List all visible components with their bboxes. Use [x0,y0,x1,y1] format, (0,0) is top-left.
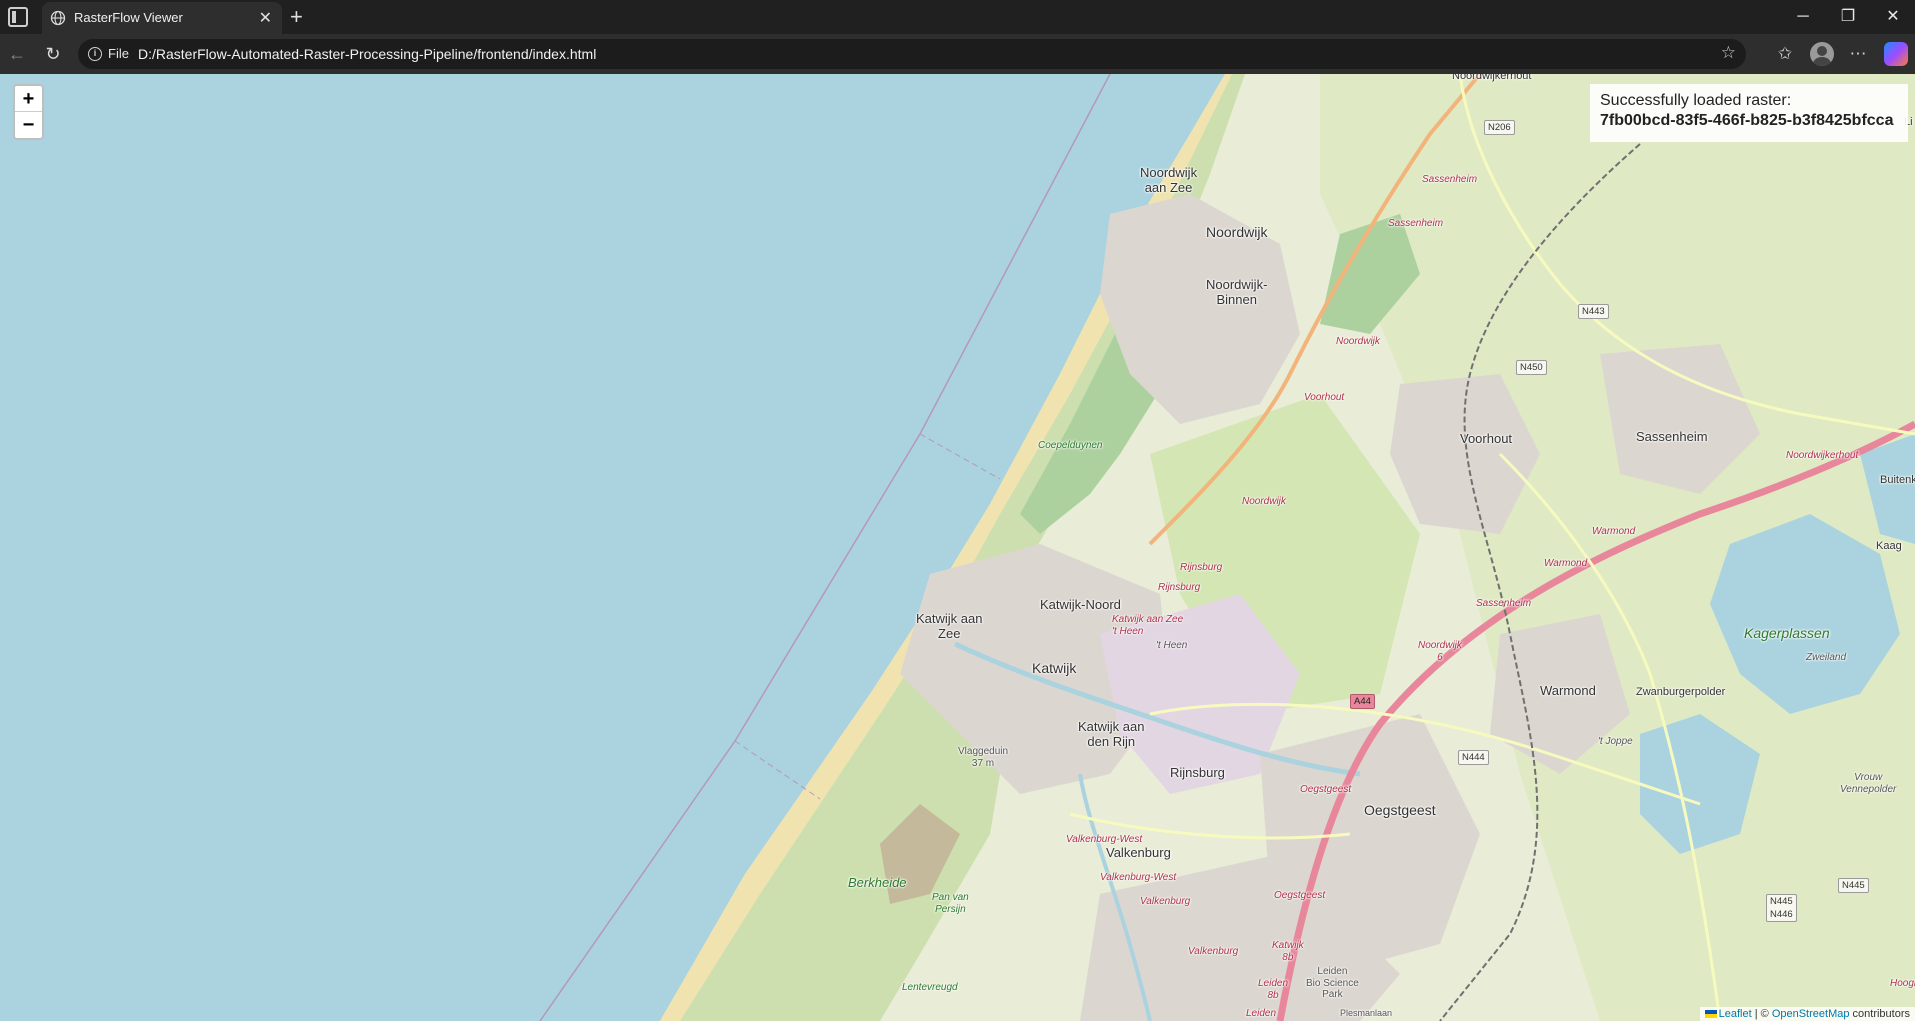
place-label: Kaag [1876,540,1902,552]
road-shield: N450 [1516,360,1547,375]
place-label: Noordwijk [1206,224,1268,240]
restore-button[interactable]: ❐ [1828,2,1868,32]
star-icon[interactable]: ☆ [1721,43,1736,63]
place-label: Noordwijk- Binnen [1206,277,1268,307]
place-label: Vrouw Vennepolder [1840,772,1897,795]
place-label: Coepelduynen [1038,440,1103,451]
profile-icon[interactable] [1810,42,1834,66]
station-label: Oegstgeest [1300,784,1352,795]
map-viewport[interactable]: Noordwijkerhout Noordwijk aan Zee Noordw… [0,74,1915,1021]
place-label: Pan van Persijn [932,892,969,915]
station-label: Sassenheim [1476,598,1532,609]
tab-actions-icon[interactable] [8,7,28,27]
station-label: Voorhout [1304,392,1345,403]
station-label: Noordwijkerhout [1786,450,1859,461]
status-panel: Successfully loaded raster: 7fb00bcd-83f… [1590,84,1908,142]
map-tiles [539,74,1915,1021]
station-label: Valkenburg-West [1100,872,1177,883]
tab-rasterflow-viewer[interactable]: RasterFlow Viewer ✕ [42,2,282,34]
place-label: 't Heen [1156,640,1188,651]
favorites-icon[interactable]: ✩ [1773,42,1797,66]
zoom-in-button[interactable]: + [15,86,42,112]
place-label: Buitenka [1880,474,1915,486]
ukraine-flag-icon [1704,1010,1717,1019]
place-label: Katwijk-Noord [1040,597,1121,612]
station-label: Noordwijk [1336,336,1380,347]
station-label: Valkenburg-West [1066,834,1143,845]
osm-link[interactable]: OpenStreetMap [1772,1008,1850,1020]
back-button[interactable]: ← [5,42,29,66]
station-label: Katwijk 8b [1272,940,1304,963]
reload-button[interactable]: ↻ [41,42,65,66]
more-icon[interactable]: ⋯ [1846,42,1870,66]
close-icon[interactable]: ✕ [259,8,272,28]
road-shield: N443 [1578,304,1609,319]
road-shield: N206 [1484,120,1515,135]
zoom-out-button[interactable]: − [15,112,42,138]
station-label: Noordwijk 6 [1418,640,1462,663]
place-label: Katwijk [1032,660,1077,676]
raster-id: 7fb00bcd-83f5-466f-b825-b3f8425bfcca [1600,112,1894,129]
url-text[interactable]: D:/RasterFlow-Automated-Raster-Processin… [138,46,596,62]
place-label: Valkenburg [1106,845,1171,860]
status-message: Successfully loaded raster: [1600,92,1792,109]
station-label: Rijnsburg [1158,582,1201,593]
zoom-control: + − [13,84,44,140]
station-label: Rijnsburg [1180,562,1223,573]
place-label: Zwanburgerpolder [1636,686,1726,698]
place-label: Sassenheim [1636,429,1708,444]
station-label: Noordwijk [1242,496,1286,507]
browser-toolbar: ← ↻ i File D:/RasterFlow-Automated-Raste… [0,34,1915,74]
globe-icon [50,10,66,26]
place-label: Noordwijkerhout [1452,74,1532,82]
place-label: Oegstgeest [1364,802,1436,818]
leaflet-link[interactable]: Leaflet [1719,1008,1752,1020]
place-label: Rijnsburg [1170,765,1225,780]
station-label: Sassenheim [1388,218,1444,229]
place-label: Leiden Bio Science Park [1306,966,1359,1000]
info-icon[interactable]: i [88,47,102,61]
place-label: Katwijk aan Zee [916,611,983,641]
road-shield: N445 [1838,878,1869,893]
place-label: Plesmanlaan [1340,1008,1393,1018]
road-shield: A44 [1350,694,1375,709]
place-label: Berkheide [848,875,907,890]
place-label: Kagerplassen [1744,625,1830,641]
tab-bar: RasterFlow Viewer ✕ + ─ ❐ ✕ [0,0,1915,34]
station-label: Warmond [1592,526,1636,537]
copilot-icon[interactable] [1884,42,1908,66]
place-label: 't Joppe [1598,736,1633,747]
station-label: Oegstgeest [1274,890,1326,901]
place-label: Voorhout [1460,431,1513,446]
road-shield: N445 N446 [1766,894,1797,922]
minimize-button[interactable]: ─ [1783,2,1823,32]
station-label: Sassenheim [1422,174,1478,185]
place-label: Lentevreugd [902,982,958,993]
map-attribution: Leaflet | © OpenStreetMap contributors [1699,1007,1915,1021]
new-tab-button[interactable]: + [290,4,303,30]
tab-title: RasterFlow Viewer [74,10,183,25]
close-window-button[interactable]: ✕ [1873,2,1913,32]
place-label: Vlaggeduin 37 m [958,746,1009,769]
place-label: Warmond [1540,683,1596,698]
station-label: Valkenburg [1140,896,1191,907]
attribution-separator: | © [1751,1008,1772,1020]
url-scheme: File [108,46,129,61]
station-label: Leiden [1246,1008,1277,1019]
address-bar[interactable]: i File D:/RasterFlow-Automated-Raster-Pr… [78,39,1746,69]
station-label: Katwijk aan Zee 't Heen [1112,614,1184,637]
place-label: Noordwijk aan Zee [1140,165,1198,195]
station-label: Leiden 8b [1258,978,1289,1001]
maritime-boundary [919,433,1001,480]
place-label: Hoogm [1890,978,1915,989]
place-label: Zweiland [1806,652,1847,663]
road-shield: N444 [1458,750,1489,765]
attribution-contributors: contributors [1849,1008,1910,1020]
station-label: Warmond [1544,558,1588,569]
place-label: Katwijk aan den Rijn [1078,719,1145,749]
station-label: Valkenburg [1188,946,1239,957]
